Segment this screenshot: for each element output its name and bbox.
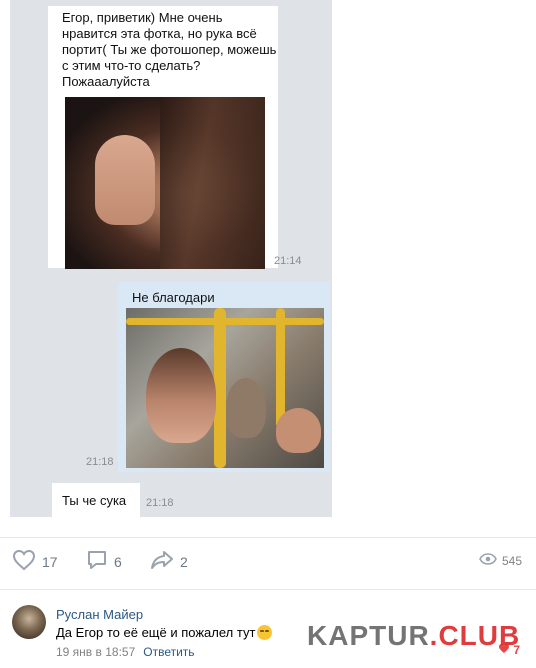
eye-icon [479, 552, 497, 570]
pole [276, 308, 285, 428]
divider [0, 589, 536, 590]
incoming-message: Егор, приветик) Мне очень нравится эта ф… [48, 6, 278, 269]
photo-hand [95, 135, 155, 225]
passenger [276, 408, 321, 453]
heart-icon [12, 549, 36, 576]
pole [214, 308, 226, 468]
emoji-icon [257, 625, 273, 640]
comment-text-row: Да Егор то её ещё и пожалел тут [56, 625, 273, 640]
divider [0, 537, 536, 538]
photo-hair [160, 97, 265, 269]
share-count: 2 [180, 554, 188, 570]
reply-message-time: 21:18 [146, 497, 174, 509]
incoming-message-time: 21:14 [274, 255, 302, 267]
like-button[interactable]: 17 [12, 548, 58, 576]
like-count: 17 [42, 554, 58, 570]
watermark-part2: .CLUB [429, 620, 521, 651]
girl [146, 348, 216, 443]
share-button[interactable]: 2 [150, 548, 188, 576]
views-count: 545 [501, 554, 522, 568]
reply-message-text: Ты че сука [62, 493, 127, 508]
selfie-photo [65, 97, 265, 269]
outgoing-message: Не благодари [118, 282, 330, 472]
watermark-part1: KAPTUR [307, 620, 430, 651]
bus-photo [126, 308, 324, 468]
views-counter: 545 [479, 552, 522, 570]
outgoing-message-time: 21:18 [86, 456, 114, 468]
share-icon [150, 549, 174, 576]
comment-icon [86, 549, 108, 576]
reply-button[interactable]: Ответить [143, 645, 194, 659]
comment-date[interactable]: 19 янв в 18:57 [56, 645, 135, 659]
post-image[interactable]: Егор, приветик) Мне очень нравится эта ф… [10, 0, 332, 517]
avatar[interactable] [12, 605, 46, 639]
comment-author[interactable]: Руслан Майер [56, 607, 143, 622]
passenger [226, 378, 266, 438]
comment-count: 6 [114, 554, 122, 570]
reply-message: Ты че сука [52, 483, 140, 517]
watermark-logo: KAPTUR.CLUB [307, 620, 520, 652]
comment-button[interactable]: 6 [86, 548, 122, 576]
comment-text: Да Егор то её ещё и пожалел тут [56, 625, 256, 640]
outgoing-message-text: Не благодари [132, 290, 215, 305]
incoming-message-text: Егор, приветик) Мне очень нравится эта ф… [62, 10, 277, 89]
comment-meta: 19 янв в 18:57 Ответить [56, 645, 195, 659]
